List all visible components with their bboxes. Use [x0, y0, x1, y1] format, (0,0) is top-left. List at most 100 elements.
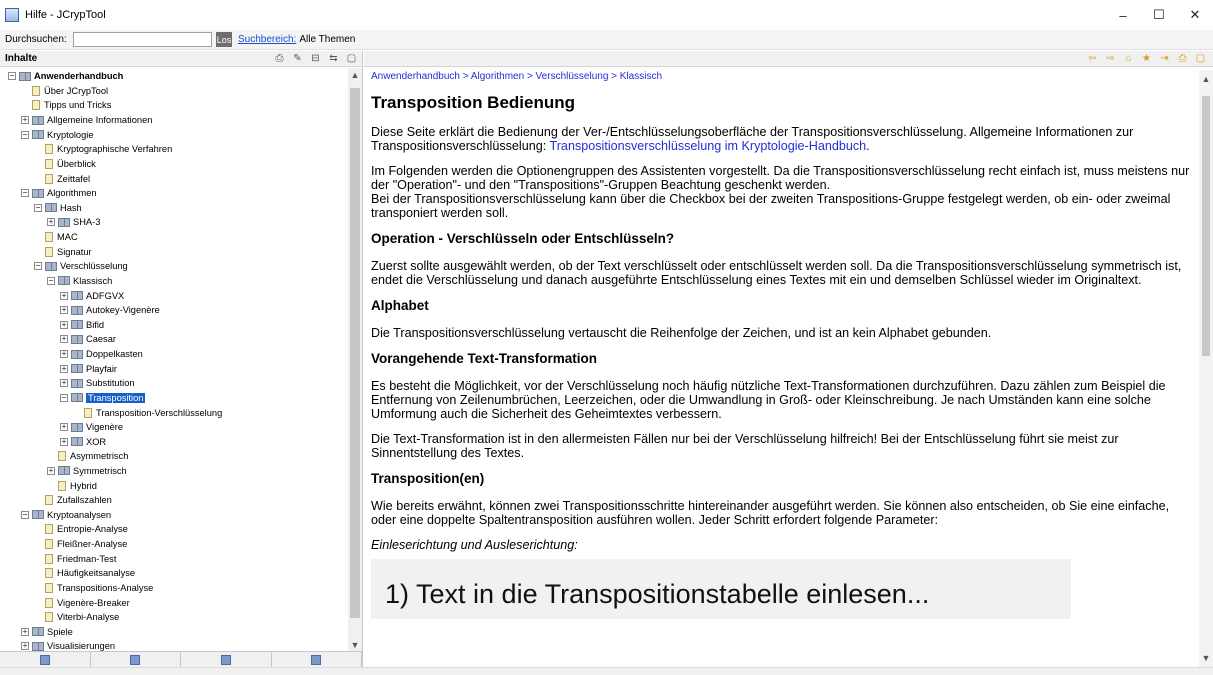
collapse-icon[interactable]: − — [8, 72, 16, 81]
tree-item[interactable]: + ADFGVX — [60, 288, 124, 303]
tree-item[interactable]: Kryptographische Verfahren — [34, 142, 172, 157]
tree-item[interactable]: + Symmetrisch — [47, 464, 127, 479]
search-input[interactable] — [73, 32, 212, 47]
tree-item[interactable]: + Doppelkasten — [60, 347, 143, 362]
contents-scrollbar[interactable]: ▲ ▼ — [348, 68, 362, 652]
expand-icon[interactable]: + — [47, 466, 55, 475]
minimize-button[interactable]: – — [1105, 0, 1141, 30]
home-icon[interactable]: ⌂ — [1122, 52, 1135, 65]
tree-item[interactable]: − Algorithmen — [21, 186, 97, 201]
tree-item[interactable]: Überblick — [34, 157, 96, 172]
expand-icon[interactable]: + — [60, 350, 68, 359]
tree-item[interactable]: Häufigkeitsanalyse — [34, 566, 135, 581]
tree-item[interactable]: Fleißner-Analyse — [34, 537, 127, 552]
tree-item[interactable]: + Allgemeine Informationen — [21, 113, 152, 128]
tree-item[interactable]: Viterbi-Analyse — [34, 610, 119, 625]
tree-item-label: Signatur — [57, 246, 92, 257]
index-icon — [130, 654, 141, 665]
handbook-link[interactable]: Transpositionsverschlüsselung im Kryptol… — [550, 139, 867, 153]
tab-search[interactable] — [181, 652, 272, 667]
tree-item[interactable]: − Kryptoanalysen — [21, 508, 111, 523]
tree-item-label: SHA-3 — [73, 217, 101, 228]
tree-item[interactable]: Asymmetrisch — [47, 449, 128, 464]
tree-item[interactable]: Transposition-Verschlüsselung — [73, 405, 222, 420]
tree-item[interactable]: Signatur — [34, 244, 92, 259]
expand-icon[interactable]: + — [60, 364, 68, 373]
tree-item[interactable]: + Spiele — [21, 625, 73, 640]
tree-item[interactable]: Vigenère-Breaker — [34, 595, 130, 610]
tab-contents[interactable] — [0, 652, 91, 667]
print-icon[interactable]: ⎙ — [273, 52, 286, 65]
scroll-thumb[interactable] — [1202, 96, 1210, 356]
search-scope-link[interactable]: Suchbereich: — [238, 34, 296, 45]
collapse-all-icon[interactable]: ⊟ — [309, 52, 322, 65]
tree-item[interactable]: − Verschlüsselung — [34, 259, 128, 274]
tree-item-label: Tipps und Tricks — [44, 100, 112, 111]
expand-icon[interactable]: + — [60, 437, 68, 446]
tree-item[interactable]: Zeittafel — [34, 171, 90, 186]
expand-icon[interactable]: + — [21, 642, 29, 651]
tree-item[interactable]: + Bifid — [60, 318, 104, 333]
collapse-icon[interactable]: − — [34, 262, 42, 271]
tab-bookmarks[interactable] — [272, 652, 362, 667]
tree-item[interactable]: − Hash — [34, 201, 82, 216]
scroll-down-icon[interactable]: ▼ — [1201, 653, 1211, 663]
tree-item[interactable]: − Kryptologie — [21, 127, 94, 142]
collapse-icon[interactable]: − — [47, 276, 55, 285]
page-icon — [45, 597, 53, 608]
expand-icon[interactable]: + — [47, 218, 55, 227]
tree-item[interactable]: Transpositions-Analyse — [34, 581, 153, 596]
scroll-up-icon[interactable]: ▲ — [350, 70, 360, 80]
tree-item[interactable]: + Caesar — [60, 332, 116, 347]
tree-item-label: Caesar — [86, 334, 116, 345]
search-topic-icon[interactable]: ✎ — [291, 52, 304, 65]
tree-item[interactable]: + SHA-3 — [47, 215, 100, 230]
tree-item[interactable]: − Transposition — [60, 391, 146, 406]
tree-item[interactable]: Hybrid — [47, 478, 97, 493]
maximize-topic-icon[interactable]: ▢ — [1194, 52, 1207, 65]
tree-item[interactable]: − Klassisch — [47, 274, 112, 289]
expand-icon[interactable]: + — [60, 423, 68, 432]
expand-icon[interactable]: + — [60, 335, 68, 344]
expand-icon[interactable]: + — [60, 291, 68, 300]
expand-icon[interactable]: + — [21, 627, 29, 636]
collapse-icon[interactable]: − — [60, 393, 68, 402]
tree-item[interactable]: Friedman-Test — [34, 551, 116, 566]
tree-item[interactable]: Zufallszahlen — [34, 493, 112, 508]
topic-scrollbar[interactable]: ▲ ▼ — [1199, 70, 1213, 667]
link-with-contents-icon[interactable]: ⇆ — [327, 52, 340, 65]
scroll-thumb[interactable] — [350, 88, 360, 618]
expand-icon[interactable]: + — [60, 306, 68, 315]
tree-item[interactable]: MAC — [34, 230, 78, 245]
tree-item[interactable]: Tipps und Tricks — [21, 98, 111, 113]
collapse-icon[interactable]: − — [21, 189, 29, 198]
collapse-icon[interactable]: − — [21, 510, 29, 519]
back-icon[interactable]: ⇦ — [1086, 52, 1099, 65]
breadcrumb[interactable]: Anwenderhandbuch > Algorithmen > Verschl… — [371, 71, 1196, 82]
tree-item[interactable]: + Playfair — [60, 361, 117, 376]
show-in-contents-icon[interactable]: ⇥ — [1158, 52, 1171, 65]
tab-index[interactable] — [91, 652, 181, 667]
tree-item[interactable]: Entropie-Analyse — [34, 522, 128, 537]
tree-item[interactable]: + XOR — [60, 435, 106, 450]
maximize-button[interactable]: ☐ — [1141, 0, 1177, 30]
tree-item[interactable]: + Autokey-Vigenère — [60, 303, 160, 318]
tree-item[interactable]: − Anwenderhandbuch — [8, 69, 123, 84]
scroll-up-icon[interactable]: ▲ — [1201, 74, 1211, 84]
tree-item-label: Transposition — [86, 392, 146, 403]
collapse-icon[interactable]: − — [34, 203, 42, 212]
maximize-view-icon[interactable]: ▢ — [345, 52, 358, 65]
expand-icon[interactable]: + — [60, 379, 68, 388]
tree-item[interactable]: + Vigenère — [60, 420, 123, 435]
close-button[interactable]: ✕ — [1177, 0, 1213, 30]
expand-icon[interactable]: + — [60, 320, 68, 329]
expand-icon[interactable]: + — [21, 116, 29, 125]
bookmark-icon[interactable]: ★ — [1140, 52, 1153, 65]
collapse-icon[interactable]: − — [21, 130, 29, 139]
tree-item[interactable]: + Substitution — [60, 376, 135, 391]
tree-item[interactable]: Über JCrypTool — [21, 84, 108, 99]
scroll-down-icon[interactable]: ▼ — [350, 640, 360, 650]
forward-icon[interactable]: ⇨ — [1104, 52, 1117, 65]
print-topic-icon[interactable]: ⎙ — [1176, 52, 1189, 65]
search-go-button[interactable]: Los — [216, 32, 232, 47]
